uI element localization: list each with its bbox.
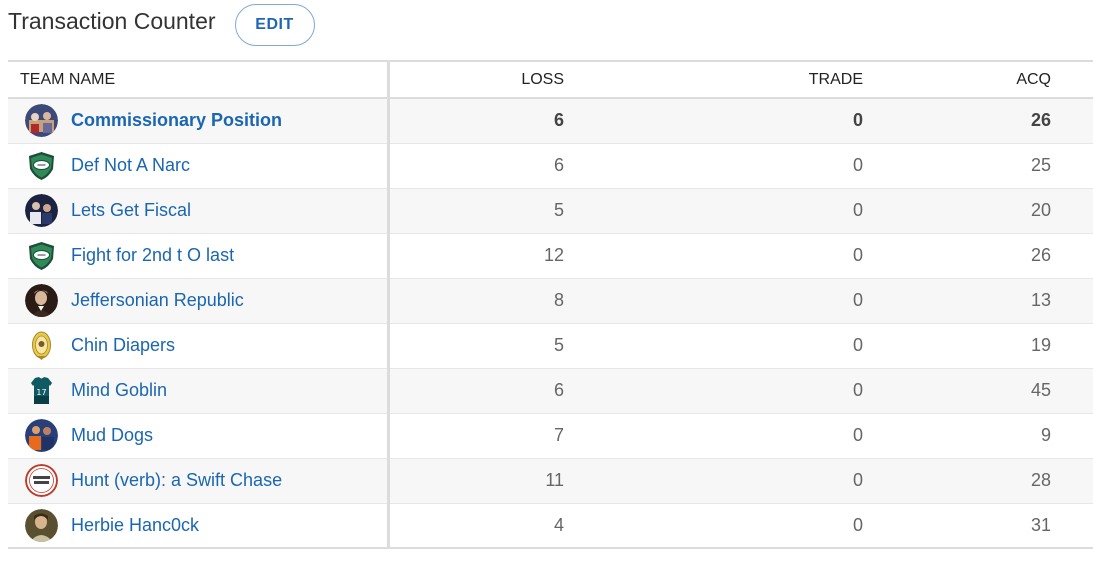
crest-avatar (25, 329, 58, 362)
trade-value: 0 (564, 458, 863, 504)
acq-value: 19 (863, 323, 1093, 369)
team-name-link[interactable]: Herbie Hanc0ck (71, 515, 199, 536)
page-title: Transaction Counter (8, 7, 216, 34)
acq-value: 26 (863, 98, 1093, 144)
page-header: Transaction Counter EDIT (8, 3, 315, 47)
column-header-trade[interactable]: TRADE (564, 61, 863, 98)
team-photo-avatar (25, 194, 58, 227)
table-row: Fight for 2nd t O last 12 0 26 (8, 233, 1093, 279)
svg-text:17: 17 (36, 388, 46, 397)
team-name-link[interactable]: Chin Diapers (71, 335, 175, 356)
loss-value: 6 (388, 98, 564, 144)
portrait-avatar (25, 508, 58, 542)
acq-value: 9 (863, 413, 1093, 459)
football-shield-icon (25, 149, 58, 182)
column-header-acq[interactable]: ACQ (863, 61, 1093, 98)
team-photo-avatar (25, 104, 58, 138)
table-header-row: TEAM NAME LOSS TRADE ACQ (8, 61, 1093, 98)
acq-value: 20 (863, 188, 1093, 234)
trade-value: 0 (564, 323, 863, 369)
table-row: Chin Diapers 5 0 19 (8, 323, 1093, 369)
football-shield-icon (25, 239, 58, 272)
loss-value: 6 (388, 143, 564, 189)
table-body: Commissionary Position 6 0 26 Def Not A … (8, 98, 1093, 549)
transaction-table: TEAM NAME LOSS TRADE ACQ Commissionary P… (8, 60, 1093, 549)
team-name-link[interactable]: Hunt (verb): a Swift Chase (71, 470, 282, 491)
team-name-link[interactable]: Jeffersonian Republic (71, 290, 244, 311)
loss-value: 8 (388, 278, 564, 324)
table-row: Lets Get Fiscal 5 0 20 (8, 188, 1093, 234)
portrait-avatar (25, 284, 58, 317)
trade-value: 0 (564, 143, 863, 189)
loss-value: 4 (388, 503, 564, 549)
trade-value: 0 (564, 233, 863, 279)
loss-value: 6 (388, 368, 564, 414)
table-row: Commissionary Position 6 0 26 (8, 98, 1093, 144)
table-row: Def Not A Narc 6 0 25 (8, 143, 1093, 189)
acq-value: 13 (863, 278, 1093, 324)
trade-value: 0 (564, 413, 863, 459)
team-name-link[interactable]: Lets Get Fiscal (71, 200, 191, 221)
column-header-team-name[interactable]: TEAM NAME (8, 61, 390, 98)
acq-value: 31 (863, 503, 1093, 549)
team-name-link[interactable]: Fight for 2nd t O last (71, 245, 234, 266)
loss-value: 5 (388, 188, 564, 234)
trade-value: 0 (564, 98, 863, 144)
acq-value: 25 (863, 143, 1093, 189)
team-name-link[interactable]: Mind Goblin (71, 380, 167, 401)
acq-value: 28 (863, 458, 1093, 504)
loss-value: 11 (388, 458, 564, 504)
trade-value: 0 (564, 368, 863, 414)
team-photo-avatar (25, 419, 58, 452)
table-row: 17 Mind Goblin 6 0 45 (8, 368, 1093, 414)
badge-logo-avatar (25, 464, 58, 497)
table-row: Jeffersonian Republic 8 0 13 (8, 278, 1093, 324)
table-row: Hunt (verb): a Swift Chase 11 0 28 (8, 458, 1093, 504)
trade-value: 0 (564, 503, 863, 549)
acq-value: 26 (863, 233, 1093, 279)
trade-value: 0 (564, 188, 863, 234)
loss-value: 12 (388, 233, 564, 279)
team-name-link[interactable]: Def Not A Narc (71, 155, 190, 176)
acq-value: 45 (863, 368, 1093, 414)
loss-value: 7 (388, 413, 564, 459)
team-name-link[interactable]: Commissionary Position (71, 110, 282, 131)
edit-button[interactable]: EDIT (234, 4, 315, 46)
trade-value: 0 (564, 278, 863, 324)
column-header-loss[interactable]: LOSS (388, 61, 564, 98)
team-name-link[interactable]: Mud Dogs (71, 425, 153, 446)
table-row: Mud Dogs 7 0 9 (8, 413, 1093, 459)
table-row: Herbie Hanc0ck 4 0 31 (8, 503, 1093, 549)
loss-value: 5 (388, 323, 564, 369)
jersey-avatar: 17 (25, 374, 58, 407)
